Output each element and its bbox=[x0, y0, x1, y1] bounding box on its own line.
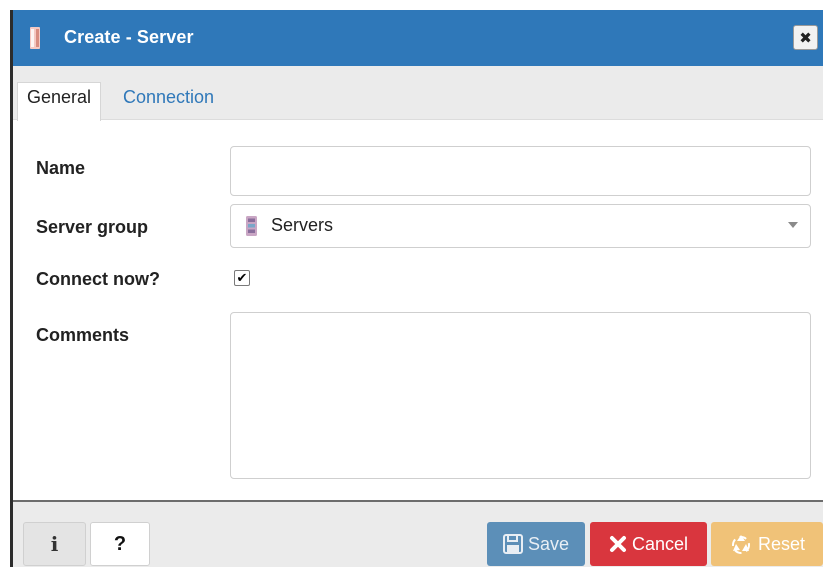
dialog-title: Create - Server bbox=[64, 27, 194, 47]
dialog-titlebar: Create - Server ✖ bbox=[13, 10, 823, 66]
connect-now-label: Connect now? bbox=[36, 269, 160, 289]
tab-connection-label: Connection bbox=[123, 87, 215, 107]
close-button[interactable]: ✖ bbox=[793, 25, 818, 50]
reset-label: Reset bbox=[757, 533, 806, 554]
reset-button[interactable]: Reset bbox=[711, 522, 823, 566]
recycle-icon bbox=[731, 535, 750, 554]
info-icon: i bbox=[50, 532, 59, 556]
name-input[interactable] bbox=[230, 146, 811, 196]
server-icon bbox=[30, 27, 40, 49]
tab-connection[interactable]: Connection bbox=[114, 83, 223, 120]
help-button[interactable]: ? bbox=[90, 522, 150, 566]
server-group-icon bbox=[246, 216, 257, 236]
checkmark-icon: ✔ bbox=[236, 270, 248, 285]
tab-general[interactable]: General bbox=[17, 82, 102, 121]
tab-general-label: General bbox=[27, 87, 92, 107]
comments-label: Comments bbox=[36, 325, 130, 345]
floppy-disk-icon bbox=[502, 534, 523, 554]
comments-textarea[interactable] bbox=[230, 312, 811, 479]
server-group-label: Server group bbox=[36, 217, 149, 237]
save-button[interactable]: Save bbox=[487, 522, 585, 566]
name-label: Name bbox=[36, 158, 86, 178]
save-label: Save bbox=[527, 533, 570, 554]
cancel-label: Cancel bbox=[631, 533, 689, 554]
connect-now-checkbox[interactable]: ✔ bbox=[234, 270, 250, 286]
info-button[interactable]: i bbox=[23, 522, 86, 566]
create-server-dialog: Create - Server ✖ General Connection Nam… bbox=[10, 10, 823, 567]
general-form: Name Server group Servers Connect now? ✔… bbox=[13, 120, 823, 500]
close-x-icon bbox=[609, 536, 626, 552]
cancel-button[interactable]: Cancel bbox=[590, 522, 707, 566]
server-group-select[interactable]: Servers bbox=[230, 204, 811, 248]
tab-bar: General Connection bbox=[13, 66, 823, 121]
help-icon: ? bbox=[113, 532, 127, 555]
server-group-value: Servers bbox=[271, 215, 334, 235]
dialog-footer: i ? Save Cancel Reset bbox=[13, 500, 823, 567]
close-icon: ✖ bbox=[799, 29, 812, 47]
chevron-down-icon bbox=[788, 222, 798, 228]
